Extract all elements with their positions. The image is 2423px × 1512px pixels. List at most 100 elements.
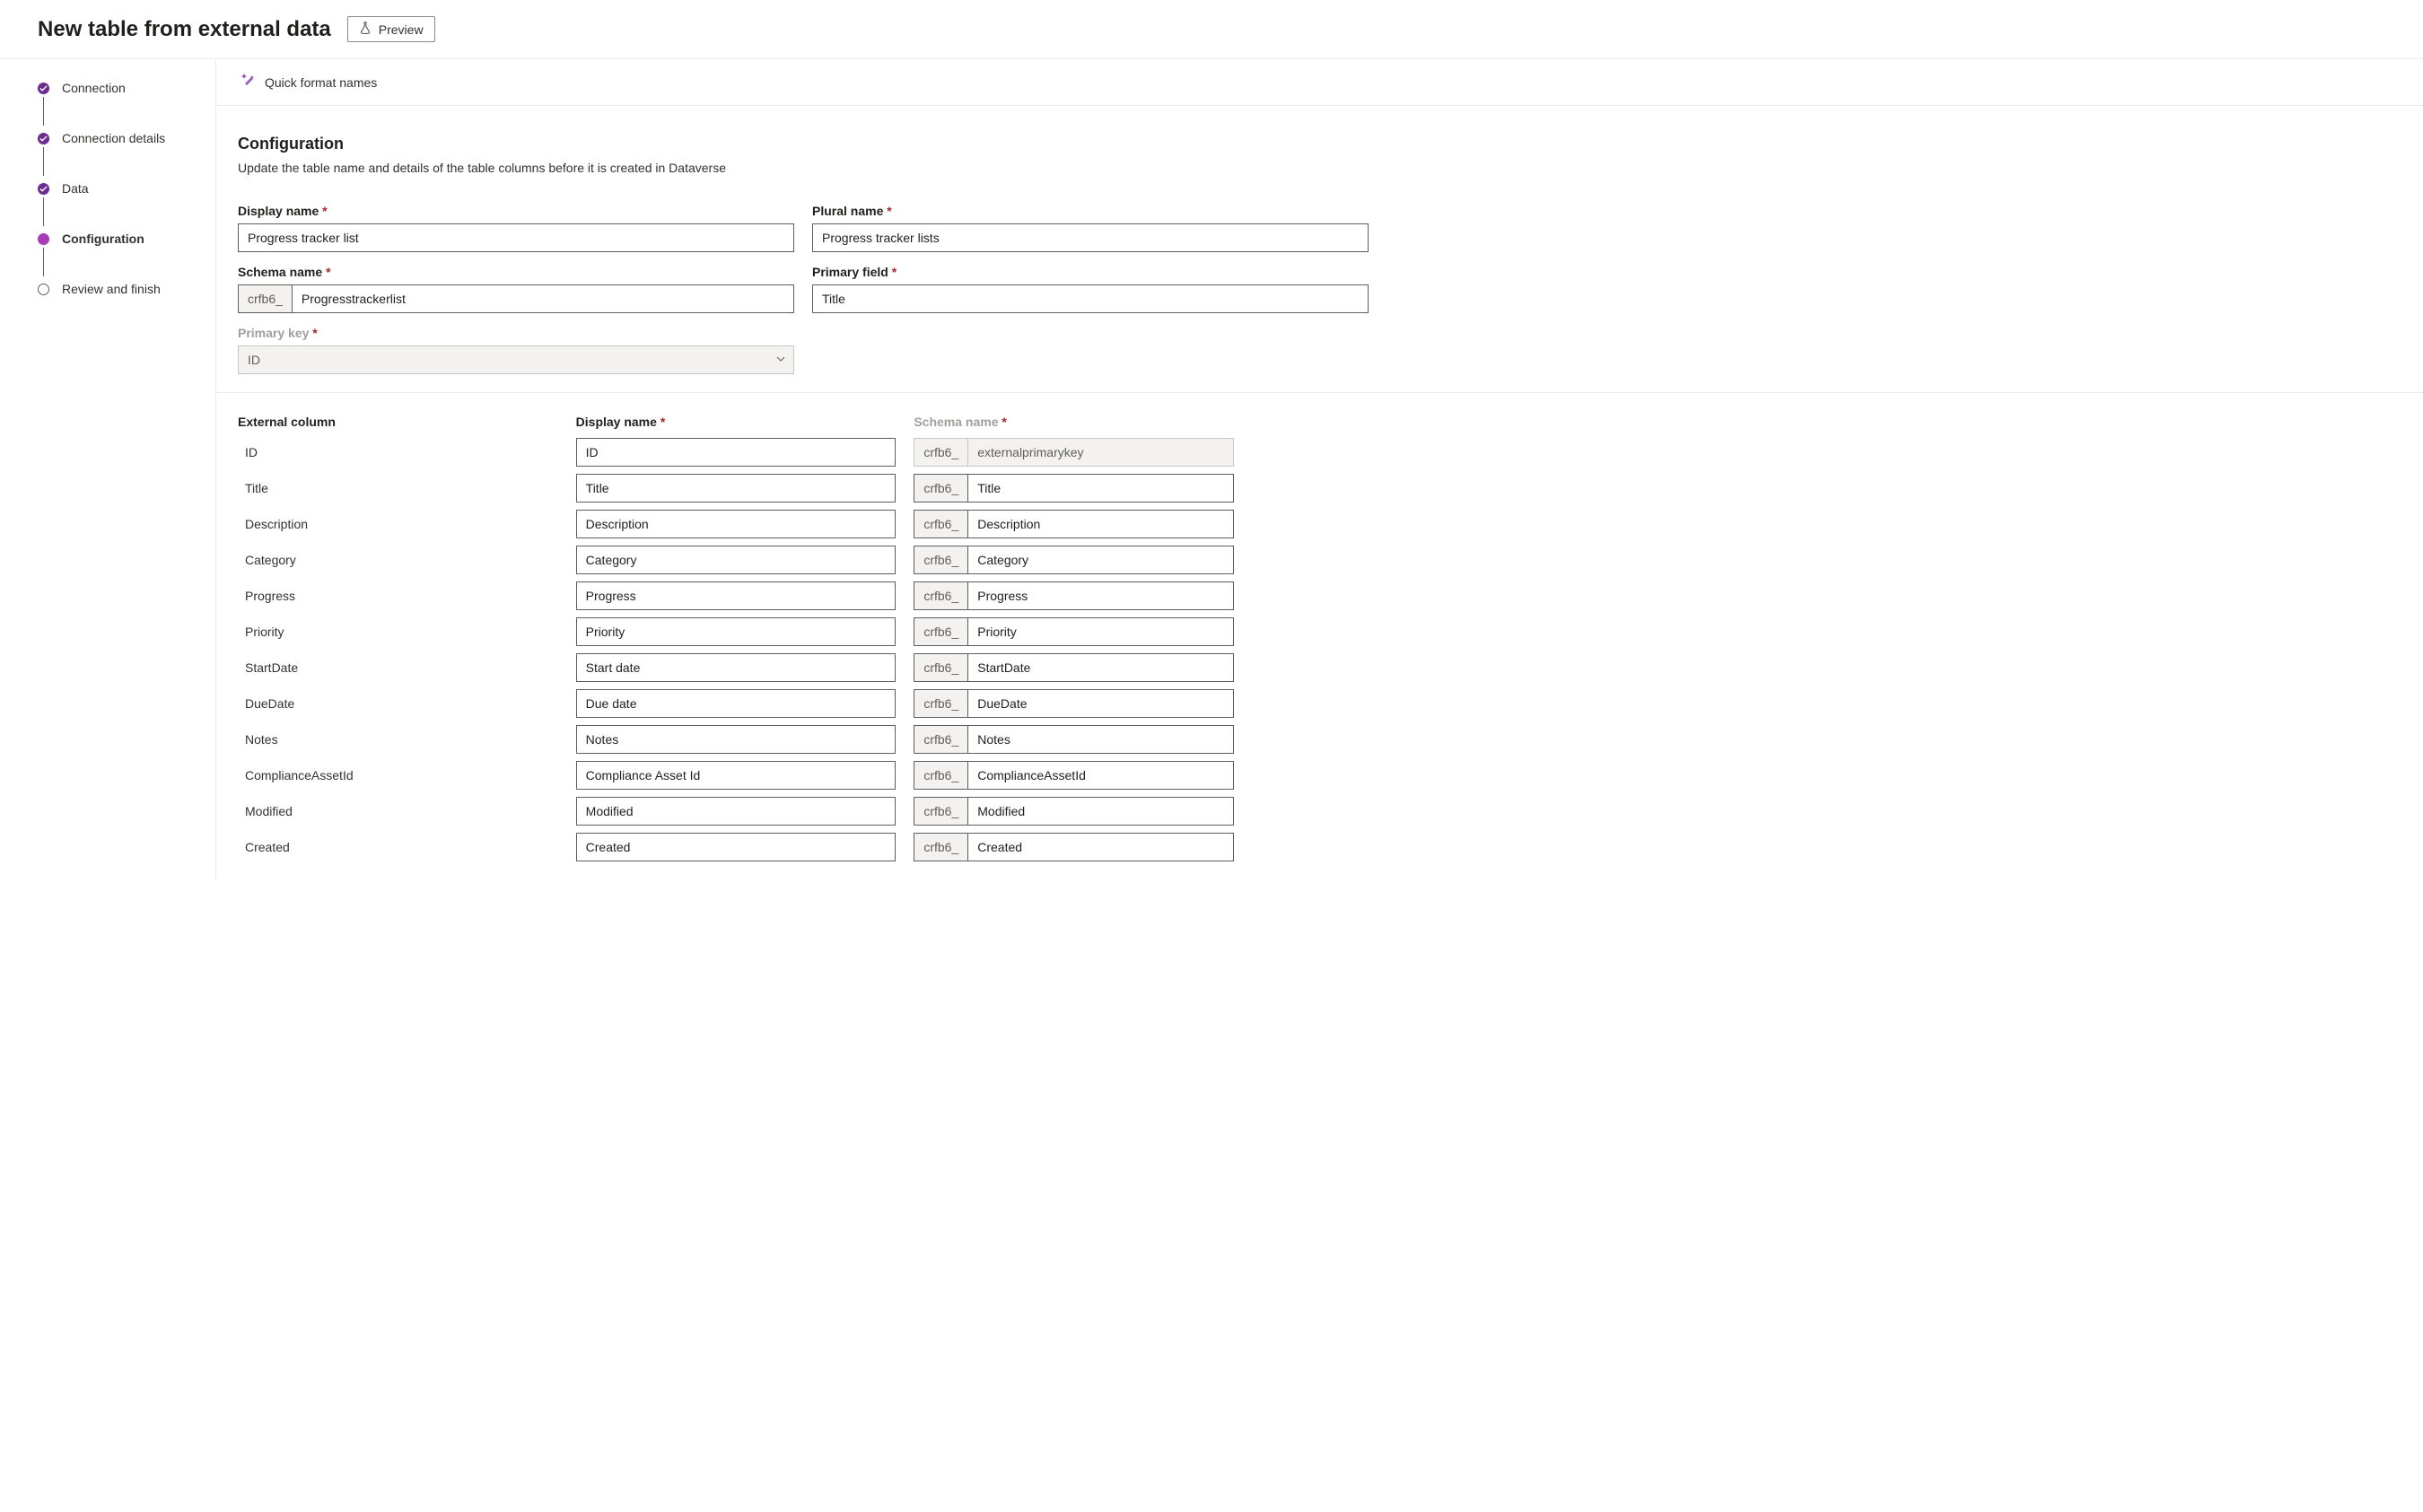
display-name-field: Display name *: [238, 204, 794, 252]
column-display-name-input[interactable]: [576, 581, 897, 610]
column-display-name-input[interactable]: [576, 797, 897, 826]
column-schema-name-field: crfb6_: [914, 797, 1234, 826]
step-label: Connection details: [62, 131, 165, 145]
wizard-step-connection-details[interactable]: Connection details: [38, 131, 197, 181]
column-schema-name-input[interactable]: [967, 761, 1234, 790]
external-column-name: Progress: [238, 589, 558, 603]
column-schema-name-field: crfb6_: [914, 617, 1234, 646]
wizard-step-data[interactable]: Data: [38, 181, 197, 232]
column-schema-name-input[interactable]: [967, 617, 1234, 646]
external-column-name: Priority: [238, 625, 558, 639]
column-schema-name-field: crfb6_: [914, 474, 1234, 503]
wizard-step-configuration[interactable]: Configuration: [38, 232, 197, 282]
column-schema-name-input[interactable]: [967, 510, 1234, 538]
plural-name-field: Plural name *: [812, 204, 1369, 252]
section-description: Update the table name and details of the…: [238, 161, 2401, 175]
step-label: Configuration: [62, 232, 144, 246]
wizard-sidebar: ConnectionConnection details Data Configur…: [0, 59, 215, 879]
display-name-column-header: Display name *: [576, 415, 897, 429]
external-column-name: StartDate: [238, 660, 558, 675]
primary-field-field: Primary field *: [812, 265, 1369, 313]
column-schema-name-field: crfb6_: [914, 438, 1234, 467]
schema-prefix: crfb6_: [914, 474, 967, 503]
schema-prefix: crfb6_: [914, 546, 967, 574]
external-column-name: Modified: [238, 804, 558, 818]
step-label: Data: [62, 181, 89, 196]
main-content: Quick format names Configuration Update …: [215, 59, 2423, 879]
check-icon: [38, 83, 49, 94]
external-column-name: Category: [238, 553, 558, 567]
schema-prefix: crfb6_: [914, 581, 967, 610]
external-column-name: DueDate: [238, 696, 558, 711]
upcoming-step-icon: [38, 284, 49, 295]
quick-format-button[interactable]: Quick format names: [238, 70, 381, 94]
check-icon: [38, 183, 49, 195]
column-schema-name-input[interactable]: [967, 689, 1234, 718]
schema-prefix: crfb6_: [914, 438, 967, 467]
schema-name-input[interactable]: [292, 284, 794, 313]
wizard-step-review-and-finish[interactable]: Review and finish: [38, 282, 197, 296]
column-display-name-input[interactable]: [576, 725, 897, 754]
schema-prefix: crfb6_: [914, 833, 967, 861]
column-display-name-input[interactable]: [576, 546, 897, 574]
column-display-name-input[interactable]: [576, 617, 897, 646]
column-schema-name-input[interactable]: [967, 474, 1234, 503]
display-name-input[interactable]: [238, 223, 794, 252]
primary-key-field: Primary key * ID: [238, 326, 794, 374]
preview-button[interactable]: Preview: [347, 16, 435, 42]
column-schema-name-field: crfb6_: [914, 761, 1234, 790]
external-column-name: ComplianceAssetId: [238, 768, 558, 782]
column-display-name-input[interactable]: [576, 474, 897, 503]
check-icon: [38, 133, 49, 144]
external-column-name: Description: [238, 517, 558, 531]
section-title: Configuration: [238, 135, 2401, 153]
schema-name-column-header: Schema name *: [914, 415, 1234, 429]
column-schema-name-input[interactable]: [967, 653, 1234, 682]
schema-name-field: Schema name * crfb6_: [238, 265, 794, 313]
column-display-name-input[interactable]: [576, 438, 897, 467]
schema-prefix: crfb6_: [914, 797, 967, 826]
column-schema-name-field: crfb6_: [914, 653, 1234, 682]
magic-wand-icon: [241, 74, 256, 91]
schema-prefix: crfb6_: [914, 653, 967, 682]
wizard-step-connection[interactable]: Connection: [38, 81, 197, 131]
column-display-name-input[interactable]: [576, 689, 897, 718]
column-schema-name-input[interactable]: [967, 797, 1234, 826]
schema-prefix: crfb6_: [914, 689, 967, 718]
flask-icon: [359, 22, 372, 37]
column-schema-name-input[interactable]: [967, 546, 1234, 574]
column-display-name-input[interactable]: [576, 653, 897, 682]
page-header: New table from external data Preview: [0, 0, 2423, 59]
external-column-name: Created: [238, 840, 558, 854]
column-schema-name-input[interactable]: [967, 833, 1234, 861]
current-step-icon: [38, 233, 49, 245]
column-schema-name-field: crfb6_: [914, 725, 1234, 754]
column-display-name-input[interactable]: [576, 833, 897, 861]
page-title: New table from external data: [38, 17, 331, 42]
schema-prefix: crfb6_: [914, 510, 967, 538]
column-schema-name-input[interactable]: [967, 725, 1234, 754]
schema-prefix: crfb6_: [238, 284, 292, 313]
column-display-name-input[interactable]: [576, 761, 897, 790]
toolbar: Quick format names: [216, 59, 2423, 106]
column-schema-name-field: crfb6_: [914, 510, 1234, 538]
schema-prefix: crfb6_: [914, 761, 967, 790]
column-schema-name-input[interactable]: [967, 581, 1234, 610]
column-schema-name-field: crfb6_: [914, 546, 1234, 574]
external-column-name: ID: [238, 445, 558, 459]
schema-prefix: crfb6_: [914, 617, 967, 646]
schema-prefix: crfb6_: [914, 725, 967, 754]
external-column-header: External column: [238, 415, 558, 429]
plural-name-input[interactable]: [812, 223, 1369, 252]
external-column-name: Notes: [238, 732, 558, 747]
step-label: Review and finish: [62, 282, 161, 296]
primary-field-input[interactable]: [812, 284, 1369, 313]
primary-key-select: ID: [238, 345, 794, 374]
external-column-name: Title: [238, 481, 558, 495]
column-schema-name-field: crfb6_: [914, 689, 1234, 718]
column-display-name-input[interactable]: [576, 510, 897, 538]
preview-label: Preview: [379, 22, 424, 37]
column-schema-name-input: [967, 438, 1234, 467]
quick-format-label: Quick format names: [265, 75, 377, 90]
chevron-down-icon: [775, 353, 786, 367]
